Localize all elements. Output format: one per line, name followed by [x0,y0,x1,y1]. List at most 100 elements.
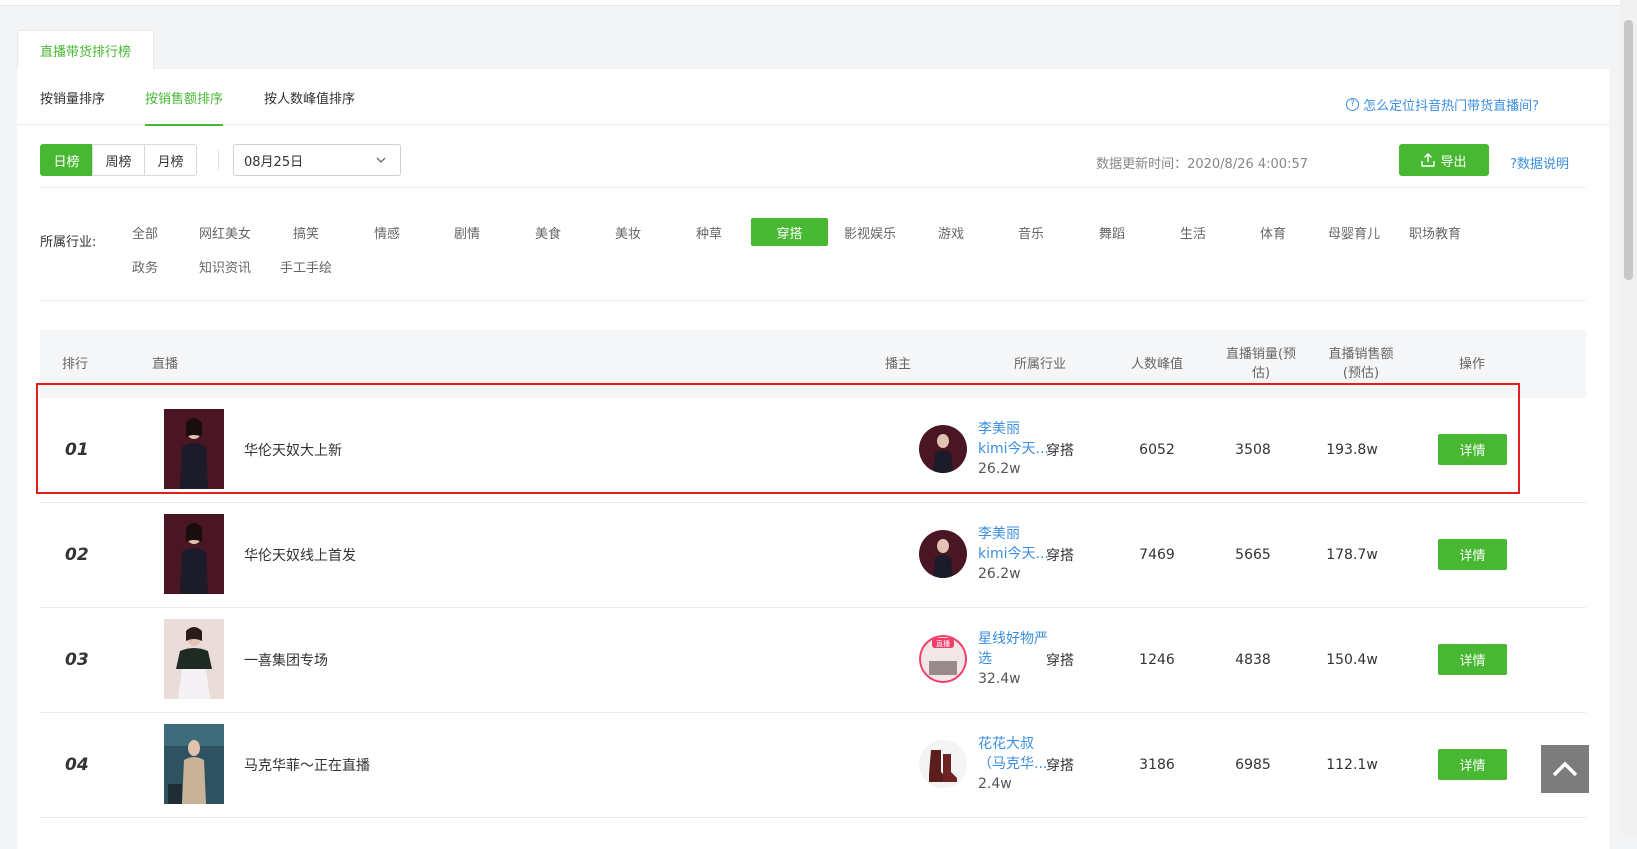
table-row: 02 华伦天奴线上首发 李美丽 kimi今天... 26.2w 穿搭 7469 … [40,503,1586,608]
industry-knowledge[interactable]: 知识资讯 [185,252,265,280]
header-rank: 排行 [61,356,88,372]
amount-cell: 178.7w [1326,547,1378,563]
peak-cell: 3186 [1139,757,1175,773]
peak-cell: 7469 [1139,547,1175,563]
header-sales-amount: 直播销售额(预估) [1328,347,1394,381]
ranking-card: 按销量排序 按销售额排序 按人数峰值排序 ? 怎么定位抖音热门带货直播间? 日榜… [17,69,1609,849]
live-title[interactable]: 华伦天奴线上首发 [244,503,356,607]
scrollbar[interactable] [1620,0,1637,835]
live-title[interactable]: 马克华菲～正在直播 [244,713,370,817]
rank: 01 [65,440,89,460]
divider [218,150,219,170]
period-toggle: 日榜 周榜 月榜 [40,144,197,176]
live-badge: 直播 [936,639,950,648]
weekly-button[interactable]: 周榜 [92,144,145,176]
live-cover-image[interactable] [164,724,224,804]
volume-cell: 3508 [1235,442,1271,458]
detail-button[interactable]: 详情 [1438,749,1507,780]
avatar[interactable] [919,530,967,578]
update-time: 数据更新时间：2020/8/26 4:00:57 [1096,157,1308,172]
table-row: 04 马克华菲～正在直播 花花大叔 （马克华... 2.4w 穿搭 3186 6… [40,713,1586,818]
date-select-value: 08月25日 [244,154,304,170]
industry-emotion[interactable]: 情感 [347,218,427,246]
chevron-down-icon [376,157,386,163]
detail-button[interactable]: 详情 [1438,434,1507,465]
amount-cell: 150.4w [1326,652,1378,668]
chevron-up-icon [1552,761,1578,777]
live-cover-image[interactable] [164,514,224,594]
table-row: 03 一喜集团专场 直播 星线好物严 选 32.4w 穿搭 1246 4838 … [40,608,1586,713]
divider [40,187,1586,188]
live-cover-image[interactable] [164,409,224,489]
industry-dance[interactable]: 舞蹈 [1072,218,1152,246]
scrollbar-thumb[interactable] [1624,20,1633,280]
industry-all[interactable]: 全部 [105,218,185,246]
header-host: 播主 [884,356,911,372]
industry-food[interactable]: 美食 [508,218,588,246]
top-border [0,0,1620,6]
header-industry: 所属行业 [1013,356,1066,372]
industry-music[interactable]: 音乐 [991,218,1071,246]
date-select[interactable]: 08月25日 [233,144,401,176]
tab-sort-by-peak[interactable]: 按人数峰值排序 [264,69,355,125]
upload-icon [1421,153,1436,167]
avatar[interactable]: 直播 [919,635,967,683]
industry-handcraft[interactable]: 手工手绘 [266,252,346,280]
monthly-button[interactable]: 月榜 [144,144,197,176]
industry-sports[interactable]: 体育 [1233,218,1313,246]
peak-cell: 6052 [1139,442,1175,458]
help-link-label: 怎么定位抖音热门带货直播间? [1363,99,1539,114]
divider [40,300,1586,301]
detail-button[interactable]: 详情 [1438,644,1507,675]
industry-cell: 穿搭 [1046,653,1074,669]
rank: 04 [65,755,89,775]
tab-live-sales-ranking[interactable]: 直播带货排行榜 [17,30,154,70]
export-label: 导出 [1440,154,1467,170]
table-header: 排行 直播 播主 所属行业 人数峰值 直播销量(预估) 直播销售额(预估) 操作 [40,330,1586,398]
header-action: 操作 [1458,356,1485,372]
industry-career[interactable]: 职场教育 [1395,218,1475,246]
industry-drama[interactable]: 剧情 [427,218,507,246]
industry-cell: 穿搭 [1046,443,1074,459]
tab-sort-by-volume[interactable]: 按销量排序 [40,69,105,125]
volume-cell: 4838 [1235,652,1271,668]
volume-cell: 6985 [1235,757,1271,773]
industry-recommend[interactable]: 种草 [669,218,749,246]
daily-button[interactable]: 日榜 [40,144,93,176]
industry-cell: 穿搭 [1046,758,1074,774]
detail-button[interactable]: 详情 [1438,539,1507,570]
industry-makeup[interactable]: 美妆 [588,218,668,246]
industry-influencer[interactable]: 网红美女 [185,218,265,246]
sort-tabs: 按销量排序 按销售额排序 按人数峰值排序 ? 怎么定位抖音热门带货直播间? [17,69,1609,126]
header-peak: 人数峰值 [1130,356,1183,372]
live-title[interactable]: 华伦天奴大上新 [244,398,342,502]
volume-cell: 5665 [1235,547,1271,563]
amount-cell: 193.8w [1326,442,1378,458]
data-note-link[interactable]: ?数据说明 [1510,153,1569,172]
industry-label: 所属行业: [40,235,97,250]
table-row: 01 华伦天奴大上新 李美丽 kimi今天... 26.2w 穿搭 6052 3… [40,398,1586,503]
question-icon: ? [1346,98,1360,111]
peak-cell: 1246 [1139,652,1175,668]
amount-cell: 112.1w [1326,757,1378,773]
industry-life[interactable]: 生活 [1153,218,1233,246]
industry-entertainment[interactable]: 影视娱乐 [830,218,910,246]
avatar[interactable] [919,740,967,788]
export-button[interactable]: 导出 [1399,144,1489,176]
back-to-top-button[interactable] [1541,745,1589,793]
industry-comedy[interactable]: 搞笑 [266,218,346,246]
header-sales-volume: 直播销量(预估) [1225,347,1297,381]
tab-sort-by-amount[interactable]: 按销售额排序 [145,69,224,126]
industry-games[interactable]: 游戏 [911,218,991,246]
industry-government[interactable]: 政务 [105,252,185,280]
rank: 02 [65,545,89,565]
industry-parenting[interactable]: 母婴育儿 [1314,218,1394,246]
industry-cell: 穿搭 [1046,548,1074,564]
industry-fashion[interactable]: 穿搭 [751,218,828,246]
rank: 03 [65,650,89,670]
live-title[interactable]: 一喜集团专场 [244,608,328,712]
avatar[interactable] [919,425,967,473]
live-cover-image[interactable] [164,619,224,699]
header-live: 直播 [151,356,178,372]
help-link[interactable]: ? 怎么定位抖音热门带货直播间? [1346,95,1539,114]
